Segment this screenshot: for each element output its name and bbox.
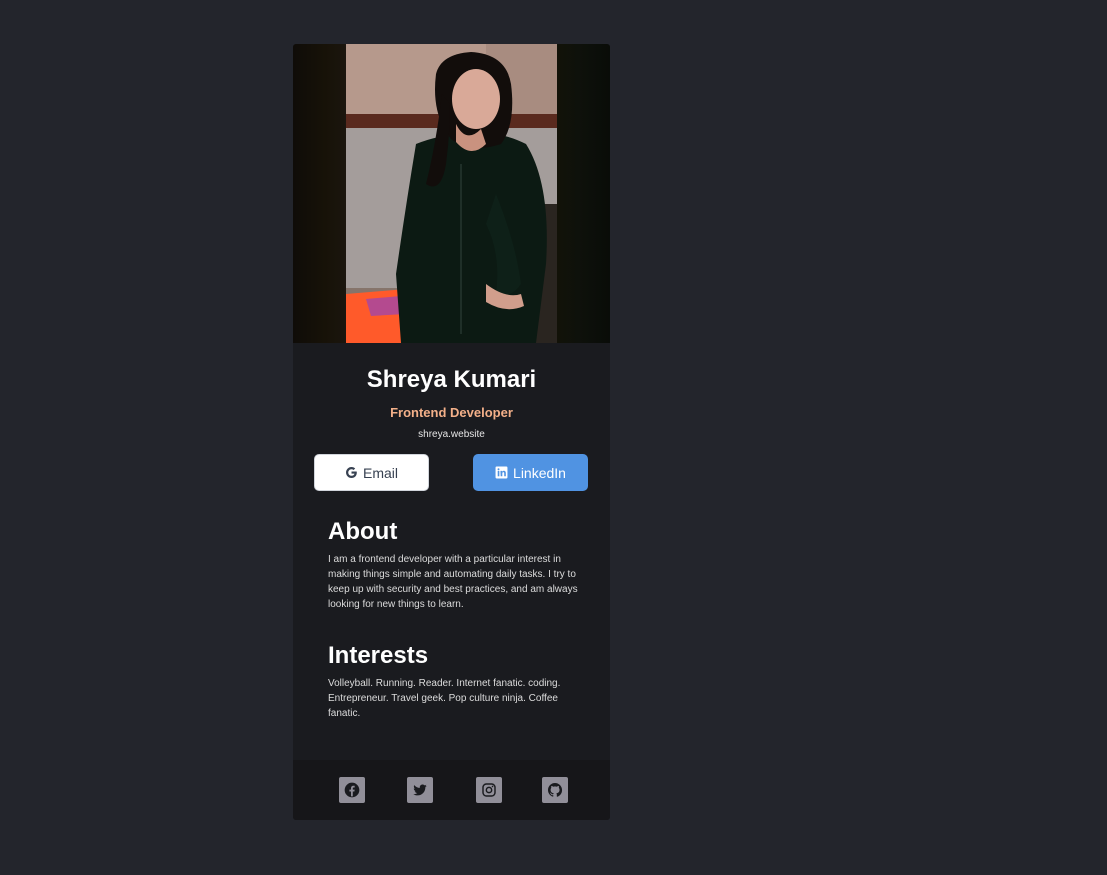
twitter-link[interactable] <box>407 777 433 803</box>
interests-heading: Interests <box>328 642 429 669</box>
twitter-icon <box>413 784 427 796</box>
profile-name: Shreya Kumari <box>366 366 537 393</box>
about-heading: About <box>328 518 398 545</box>
profile-website[interactable]: shreya.website <box>293 429 610 440</box>
profile-card: Shreya Kumari Frontend Developer shreya.… <box>293 44 610 820</box>
profile-photo <box>293 44 610 343</box>
linkedin-icon <box>495 466 508 479</box>
about-text: I am a frontend developer with a particu… <box>328 554 578 610</box>
email-button[interactable]: Email <box>314 454 429 491</box>
instagram-link[interactable] <box>476 777 502 803</box>
github-link[interactable] <box>542 777 568 803</box>
facebook-icon <box>344 782 360 798</box>
interests-text: Volleyball. Running. Reader. Internet fa… <box>328 678 561 719</box>
github-icon <box>548 783 563 797</box>
profile-photo-image <box>346 44 557 343</box>
facebook-link[interactable] <box>339 777 365 803</box>
instagram-icon <box>482 783 496 797</box>
google-icon <box>346 466 357 479</box>
linkedin-button[interactable]: LinkedIn <box>473 454 588 491</box>
linkedin-button-label: LinkedIn <box>513 464 566 481</box>
email-button-label: Email <box>362 464 398 481</box>
profile-role: Frontend Developer <box>390 405 513 420</box>
